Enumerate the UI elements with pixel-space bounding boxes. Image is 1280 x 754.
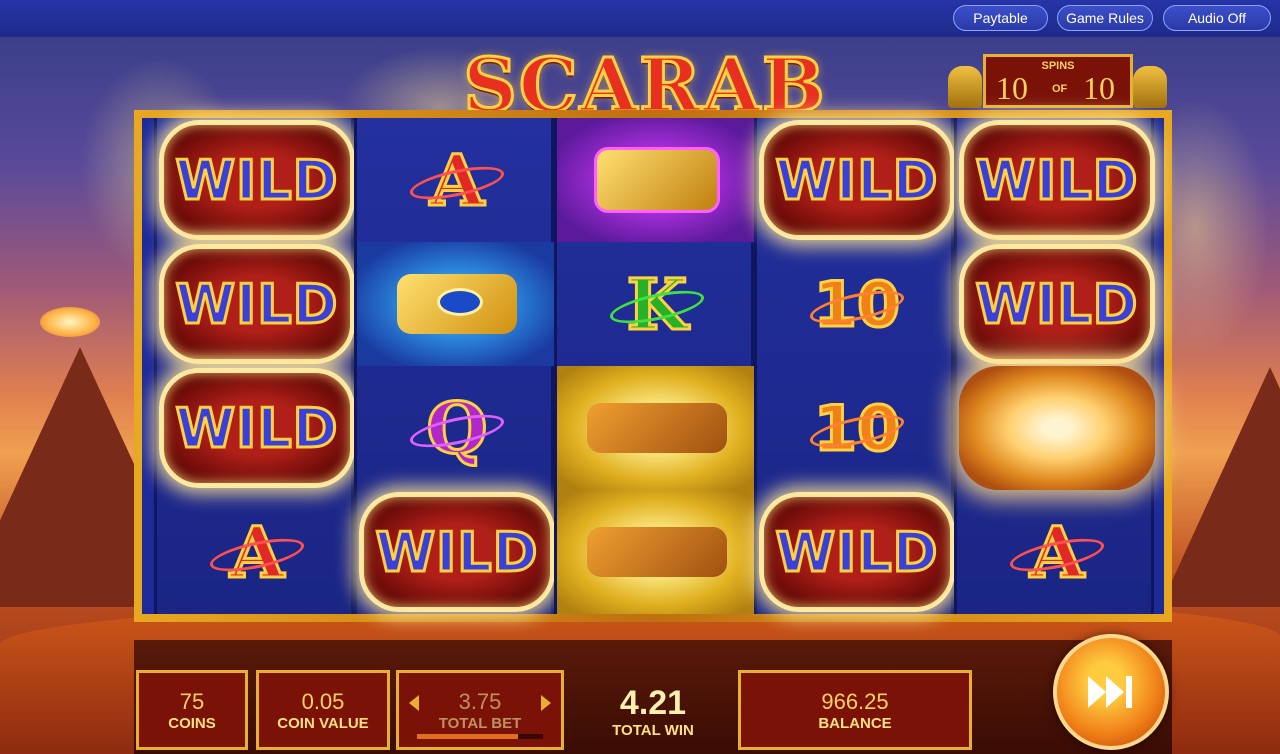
- ten-symbol: 10: [807, 390, 907, 466]
- reel-cell: A: [357, 118, 557, 242]
- coin-value-value: 0.05: [301, 689, 345, 714]
- wild-symbol: WILD: [759, 492, 955, 612]
- reel-cell: WILD: [757, 118, 957, 242]
- reel-cell: A: [157, 490, 357, 614]
- spins-current: 10: [996, 70, 1028, 106]
- game-rules-button[interactable]: Game Rules: [1057, 5, 1153, 31]
- wild-symbol: WILD: [159, 244, 355, 364]
- coins-display: 75 COINS: [136, 670, 248, 750]
- reel-cell: WILD: [157, 118, 357, 242]
- reel-cell: [357, 242, 557, 366]
- total-bet-label: TOTAL BET: [438, 715, 522, 732]
- reel-cell: WILD: [957, 242, 1157, 366]
- letter-q-symbol: Q: [407, 385, 507, 471]
- pharaoh-figure-icon: [1133, 66, 1167, 108]
- free-spins-counter: SPINS 10 OF 10: [983, 54, 1133, 108]
- reel-cell: [557, 366, 757, 490]
- total-win-label: TOTAL WIN: [612, 722, 694, 739]
- paytable-button[interactable]: Paytable: [953, 5, 1048, 31]
- total-win-value: 4.21: [619, 684, 687, 722]
- bet-level-bar: [417, 734, 543, 739]
- reel-cell: K: [557, 242, 757, 366]
- reel-cell: [957, 366, 1157, 490]
- reel-3: K: [554, 118, 757, 614]
- wild-symbol: WILD: [159, 120, 355, 240]
- total-win-display: 4.21 TOTAL WIN: [578, 670, 728, 750]
- sphinx-icon: [587, 527, 727, 577]
- spins-total: 10: [1083, 70, 1115, 106]
- reel-2: A Q WILD: [354, 118, 557, 614]
- balance-display: 966.25 BALANCE: [738, 670, 972, 750]
- reel-cell: WILD: [157, 366, 357, 490]
- fast-forward-icon: [1088, 676, 1132, 708]
- audio-toggle-button[interactable]: Audio Off: [1163, 5, 1271, 31]
- increase-bet-button[interactable]: [541, 695, 551, 711]
- wild-symbol: WILD: [159, 368, 355, 488]
- reel-cell: WILD: [357, 490, 557, 614]
- wild-symbol: WILD: [959, 120, 1155, 240]
- bet-level-fill: [417, 734, 518, 739]
- spins-of-label: OF: [1052, 83, 1068, 95]
- sun: [40, 307, 100, 337]
- total-bet-selector: 3.75 TOTAL BET: [396, 670, 564, 750]
- reel-5: WILD WILD A: [954, 118, 1157, 614]
- coin-value-display: 0.05 COIN VALUE: [256, 670, 390, 750]
- wild-symbol: WILD: [359, 492, 555, 612]
- wild-symbol: WILD: [959, 244, 1155, 364]
- reel-cell: 10: [757, 242, 957, 366]
- reel-cell: WILD: [957, 118, 1157, 242]
- reel-cell: WILD: [757, 490, 957, 614]
- letter-a-symbol: A: [207, 509, 307, 595]
- reel-cell: 10: [757, 366, 957, 490]
- reel-cell: [557, 490, 757, 614]
- reel-1: WILD WILD WILD A: [154, 118, 357, 614]
- reel-4: WILD 10 10 WILD: [754, 118, 957, 614]
- letter-a-symbol: A: [407, 137, 507, 223]
- coin-value-label: COIN VALUE: [277, 715, 369, 732]
- total-bet-value: 3.75: [458, 689, 502, 714]
- sphinx-icon: [587, 403, 727, 453]
- balance-value: 966.25: [821, 689, 889, 714]
- letter-a-symbol: A: [1007, 509, 1107, 595]
- eye-icon: [437, 288, 483, 316]
- top-toolbar: Paytable Game Rules Audio Off: [0, 0, 1280, 39]
- wild-explosion-effect: [959, 366, 1155, 490]
- pharaoh-figure-icon: [948, 66, 982, 108]
- balance-label: BALANCE: [818, 715, 892, 732]
- golden-scarab-icon: [594, 147, 720, 213]
- wild-symbol: WILD: [759, 120, 955, 240]
- letter-k-symbol: K: [607, 261, 707, 347]
- pyramid-right: [1160, 367, 1280, 607]
- fast-forward-button[interactable]: [1053, 634, 1169, 750]
- eye-of-horus-icon: [397, 274, 517, 334]
- reel-cell: Q: [357, 366, 557, 490]
- reel-cell: [557, 118, 757, 242]
- reel-cell: A: [957, 490, 1157, 614]
- coins-label: COINS: [168, 715, 216, 732]
- coins-value: 75: [179, 689, 205, 714]
- ten-symbol: 10: [807, 266, 907, 342]
- reel-cell: WILD: [157, 242, 357, 366]
